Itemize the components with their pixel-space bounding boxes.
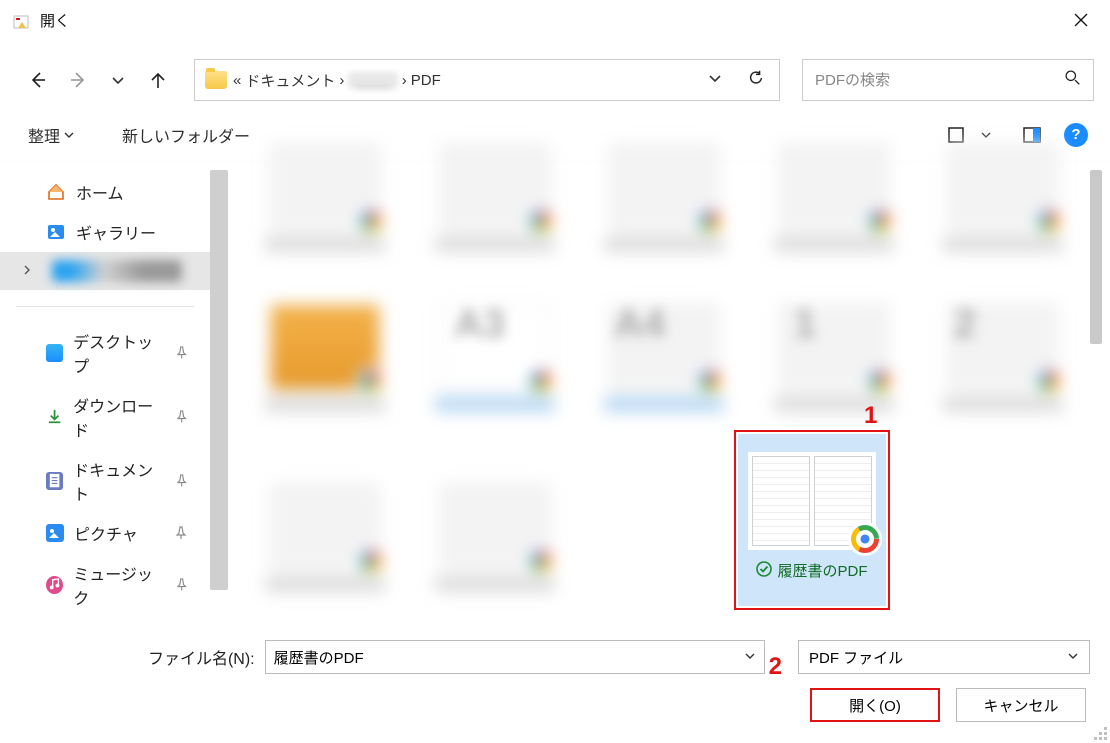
organize-label: 整理 xyxy=(28,123,60,147)
breadcrumb-pdf[interactable]: PDF xyxy=(411,72,441,89)
gallery-icon xyxy=(46,222,66,242)
desktop-icon xyxy=(46,344,63,362)
filename-label: ファイル名(N): xyxy=(148,645,255,669)
resize-grip-icon[interactable] xyxy=(1092,725,1108,741)
recent-dropdown-icon[interactable] xyxy=(104,66,132,94)
content-scrollbar[interactable] xyxy=(1088,162,1102,672)
file-grid-area[interactable]: A3 A4 1 2 1 xyxy=(210,162,1110,672)
open-button[interactable]: 開く(O) xyxy=(810,688,940,722)
selected-file-label: 履歴書のPDF xyxy=(777,560,867,581)
file-thumb[interactable] xyxy=(928,122,1078,252)
sidebar-item-selected-redacted[interactable] xyxy=(0,252,210,290)
folder-icon xyxy=(205,71,227,89)
annotation-1: 1 xyxy=(864,402,877,430)
pin-icon[interactable] xyxy=(175,410,188,424)
file-thumb[interactable] xyxy=(250,282,400,412)
annotation-2: 2 xyxy=(769,653,782,681)
music-icon xyxy=(46,576,63,594)
sidebar-item-gallery[interactable]: ギャラリー xyxy=(0,212,210,252)
breadcrumb-documents[interactable]: ドキュメント xyxy=(245,70,335,91)
cancel-button-label: キャンセル xyxy=(983,695,1058,716)
sidebar-item-label: ミュージック xyxy=(73,561,164,609)
breadcrumb-overflow[interactable]: « xyxy=(233,72,241,89)
sidebar-item-desktop[interactable]: デスクトップ xyxy=(0,321,210,385)
file-thumb[interactable] xyxy=(928,282,1078,412)
scrollbar-thumb[interactable] xyxy=(1090,170,1102,344)
breadcrumb-redacted[interactable]: ____ xyxy=(348,72,397,89)
blurred-label: 2 xyxy=(954,302,976,347)
blurred-label: A4 xyxy=(614,302,665,347)
breadcrumb-sep-icon: › xyxy=(339,72,344,89)
file-thumb[interactable] xyxy=(589,122,739,252)
new-folder-button[interactable]: 新しいフォルダー xyxy=(122,123,250,147)
close-icon[interactable] xyxy=(1058,4,1104,36)
address-bar[interactable]: « ドキュメント › ____ › PDF xyxy=(194,59,780,101)
sidebar-item-music[interactable]: ミュージック xyxy=(0,553,210,617)
search-input[interactable] xyxy=(802,59,1094,101)
pin-icon[interactable] xyxy=(175,578,188,592)
organize-menu[interactable]: 整理 xyxy=(22,119,80,151)
filetype-select[interactable]: PDF ファイル xyxy=(798,640,1090,674)
pictures-icon xyxy=(46,524,64,542)
cancel-button[interactable]: キャンセル xyxy=(956,688,1086,722)
sidebar-scrollbar[interactable] xyxy=(210,170,228,590)
file-thumb-selected[interactable]: 履歴書のPDF xyxy=(734,430,890,610)
pin-icon[interactable] xyxy=(175,346,188,360)
breadcrumb[interactable]: « ドキュメント › ____ › PDF xyxy=(233,70,441,91)
breadcrumb-sep-icon: › xyxy=(402,72,407,89)
chevron-down-icon[interactable] xyxy=(744,649,756,666)
document-icon xyxy=(46,472,63,490)
sidebar-item-documents[interactable]: ドキュメント xyxy=(0,449,210,513)
forward-icon[interactable] xyxy=(64,66,92,94)
file-preview xyxy=(748,452,876,550)
refresh-icon[interactable] xyxy=(747,69,765,92)
address-dropdown-icon[interactable] xyxy=(707,70,723,91)
check-icon xyxy=(756,561,772,581)
chevron-down-icon[interactable] xyxy=(1067,649,1079,666)
sidebar-item-label: ギャラリー xyxy=(76,220,156,244)
redacted-label xyxy=(52,260,182,282)
blurred-label: 1 xyxy=(794,302,816,347)
sidebar-item-pictures[interactable]: ピクチャ xyxy=(0,513,210,553)
window-title: 開く xyxy=(40,10,70,31)
file-thumb[interactable] xyxy=(250,462,400,592)
sidebar-item-home[interactable]: ホーム xyxy=(0,172,210,212)
sidebar-item-label: ピクチャ xyxy=(74,521,138,545)
filetype-value: PDF ファイル xyxy=(809,647,903,668)
sidebar-item-label: ダウンロード xyxy=(73,393,165,441)
sidebar-divider xyxy=(16,306,194,307)
download-icon xyxy=(46,408,63,426)
sidebar-item-label: ドキュメント xyxy=(73,457,165,505)
chevron-right-icon[interactable] xyxy=(22,262,34,280)
file-thumb[interactable] xyxy=(250,122,400,252)
sidebar-item-downloads[interactable]: ダウンロード xyxy=(0,385,210,449)
search-icon[interactable] xyxy=(1064,69,1081,91)
up-icon[interactable] xyxy=(144,66,172,94)
file-thumb[interactable] xyxy=(759,122,909,252)
pin-icon[interactable] xyxy=(175,474,188,488)
pin-icon[interactable] xyxy=(174,526,188,540)
filename-input[interactable]: 履歴書のPDF xyxy=(265,640,765,674)
filename-value: 履歴書のPDF xyxy=(274,647,364,668)
back-icon[interactable] xyxy=(24,66,52,94)
home-icon xyxy=(46,182,66,202)
file-thumb[interactable] xyxy=(420,462,570,592)
open-button-label: 開く(O) xyxy=(849,695,901,716)
sidebar-item-label: ホーム xyxy=(76,180,124,204)
search-field[interactable] xyxy=(815,72,1064,89)
file-thumb[interactable] xyxy=(759,282,909,412)
file-thumb[interactable] xyxy=(420,122,570,252)
app-icon xyxy=(12,12,32,32)
sidebar-item-label: デスクトップ xyxy=(73,329,165,377)
sidebar: ホーム ギャラリー デスクトップ ダウンロード ドキュメント ピクチャ xyxy=(0,162,210,672)
chrome-overlay-icon xyxy=(848,522,882,556)
blurred-label: A3 xyxy=(454,302,505,347)
